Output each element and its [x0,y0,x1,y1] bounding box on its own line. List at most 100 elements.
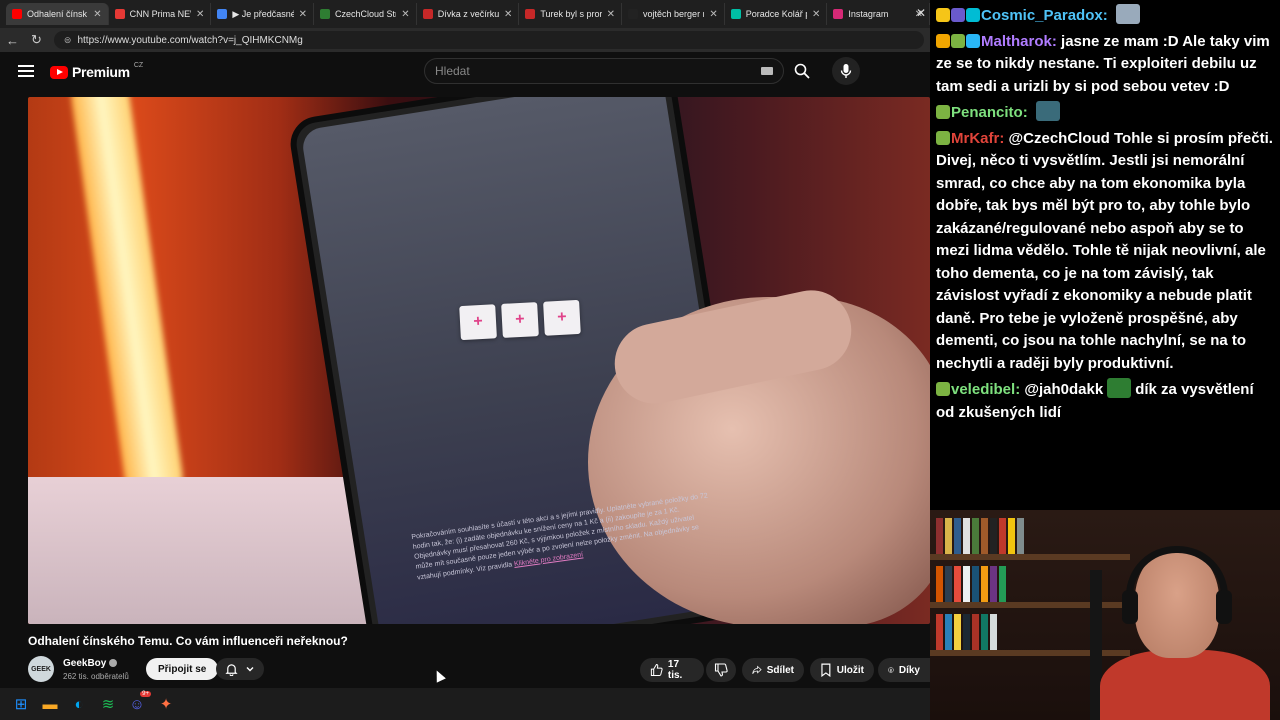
avatar[interactable]: GEEK [28,656,54,682]
discord-icon[interactable]: ☺ 9+ [128,691,151,713]
app-icon[interactable]: ✦ [157,695,175,713]
back-icon[interactable]: ← [6,33,19,48]
chat-badge-icon [936,382,950,396]
channel-row: GEEK GeekBoy 262 tis. odběratelů Připoji… [28,656,930,684]
tab-favicon-icon [320,9,331,19]
file-explorer-icon[interactable]: ▬ [41,695,59,713]
chat-message: veledibel: @jah0dakk dík za vysvětlení od… [936,378,1274,424]
windows-taskbar: ⊞ ▬ ◐ ≋ ☺ 9+ ✦ [0,688,930,720]
logo-text: Premium [72,64,130,80]
browser-tab[interactable]: Poradce Kolář přis ✕ [725,3,828,25]
stream-chat: Cosmic_Paradox: Maltharok: jasne ze mam … [930,0,1280,510]
browser-tab[interactable]: Dívka z večírku Fil ✕ [417,3,520,25]
video-player[interactable]: + + + Pokračováním souhlasíte s účastí v t… [28,97,930,624]
thanks-button[interactable]: Díky [878,658,930,682]
chat-badge-icon [966,8,980,22]
bell-icon [225,663,238,676]
plus-icon: + [459,304,497,341]
tab-favicon-icon [833,9,844,19]
save-button[interactable]: Uložit [810,658,874,682]
chat-text: @jah0dakk [1024,381,1104,398]
tab-label: ▶ Je předčasné ře [232,8,294,19]
tab-label: vojtěch berger na [643,9,704,19]
tab-close-icon[interactable]: ✕ [607,9,615,20]
tab-favicon-icon [525,9,536,19]
menu-icon[interactable] [18,65,34,77]
keyboard-icon[interactable] [761,67,773,75]
tab-favicon-icon [12,9,22,19]
tab-label: Odhalení čínsk [27,9,88,19]
browser-tab[interactable]: Turek byl s prorus ✕ [519,3,623,25]
search-input[interactable]: Hledat [424,58,784,84]
chat-username[interactable]: Cosmic_Paradox [981,7,1103,24]
tab-close-icon[interactable]: ✕ [916,6,926,20]
thumbs-up-icon [650,663,663,677]
chat-emote-icon [1107,378,1132,398]
notification-bell-button[interactable] [216,658,264,680]
search-button[interactable] [784,58,820,84]
tab-close-icon[interactable]: ✕ [196,9,204,20]
tab-close-icon[interactable]: ✕ [299,9,307,20]
browser-tab[interactable]: Instagram ✕ [827,3,931,25]
share-button[interactable]: Sdílet [742,658,804,682]
chat-badge-icon [936,130,950,145]
site-info-icon[interactable]: ⊜ [64,35,72,46]
chat-username[interactable]: Penancito [951,104,1023,121]
video-plus-buttons: + + + [459,299,581,341]
save-label: Uložit [836,664,864,676]
youtube-logo[interactable]: Premium CZ [50,61,144,80]
youtube-masthead: Premium CZ Hledat [0,52,930,94]
tab-close-icon[interactable]: ✕ [401,9,409,20]
browser-tab[interactable]: CNN Prima NEWS ✕ [109,3,212,25]
search-icon [794,63,810,79]
share-icon [752,665,762,674]
windows-start-icon[interactable]: ⊞ [12,695,30,713]
dislike-button[interactable] [706,658,736,682]
spotify-icon[interactable]: ≋ [99,695,117,713]
plus-icon: + [501,302,539,338]
tab-close-icon[interactable]: ✕ [504,9,512,20]
tab-label: Turek byl s prorus [540,9,601,19]
join-button[interactable]: Připojit se [146,658,219,680]
channel-name[interactable]: GeekBoy [63,658,118,669]
headphones [1126,546,1228,616]
logo-region: CZ [133,61,144,69]
search-placeholder: Hledat [435,64,470,78]
chat-badge-icon [936,105,950,119]
microphone-icon [840,64,852,78]
browser-tab[interactable]: vojtěch berger na ✕ [622,3,725,25]
chat-badge-icon [951,33,965,48]
chat-username[interactable]: MrKafr [951,130,999,147]
chat-emote-icon [1115,4,1140,24]
notification-badge: 9+ [140,691,151,697]
webcam-feed [930,510,1280,720]
chat-emote-icon [1035,101,1060,121]
tab-close-icon[interactable]: ✕ [709,9,717,20]
tab-label: CNN Prima NEWS [129,9,191,19]
tab-close-icon[interactable]: ✕ [812,9,820,20]
browser-tab[interactable]: ▶ Je předčasné ře ✕ [211,3,315,25]
tab-favicon-icon [628,9,639,19]
chat-message: Penancito: [936,101,1274,125]
edge-browser-icon[interactable]: ◐ [70,695,88,713]
thumbs-down-icon [714,663,728,677]
voice-search-button[interactable] [832,57,860,85]
chat-message: MrKafr: @CzechCloud Tohle si prosím přeč… [936,129,1273,372]
url-text: https://www.youtube.com/watch?v=j_QIHMKC… [77,34,303,46]
chat-badge-icon [936,8,950,22]
chat-badge-icon [951,8,965,22]
tab-label: Dívka z večírku Fil [437,9,499,19]
url-field[interactable]: ⊜ https://www.youtube.com/watch?v=j_QIHM… [53,31,924,49]
share-label: Sdílet [766,664,794,676]
chevron-down-icon [246,667,254,672]
thanks-icon [888,667,894,673]
bookmark-icon [821,663,831,677]
browser-tab[interactable]: CzechCloud Strea ✕ [314,3,417,25]
tab-close-icon[interactable]: ✕ [93,9,101,20]
like-button[interactable]: 17 tis. [640,658,704,682]
chat-username[interactable]: veledibel [951,381,1015,398]
browser-tab[interactable]: Odhalení čínsk ✕ [6,3,109,25]
address-bar-row: ← ↻ ⊜ https://www.youtube.com/watch?v=j_… [0,28,930,52]
reload-icon[interactable]: ↻ [31,32,42,48]
chat-username[interactable]: Maltharok [981,33,1052,50]
